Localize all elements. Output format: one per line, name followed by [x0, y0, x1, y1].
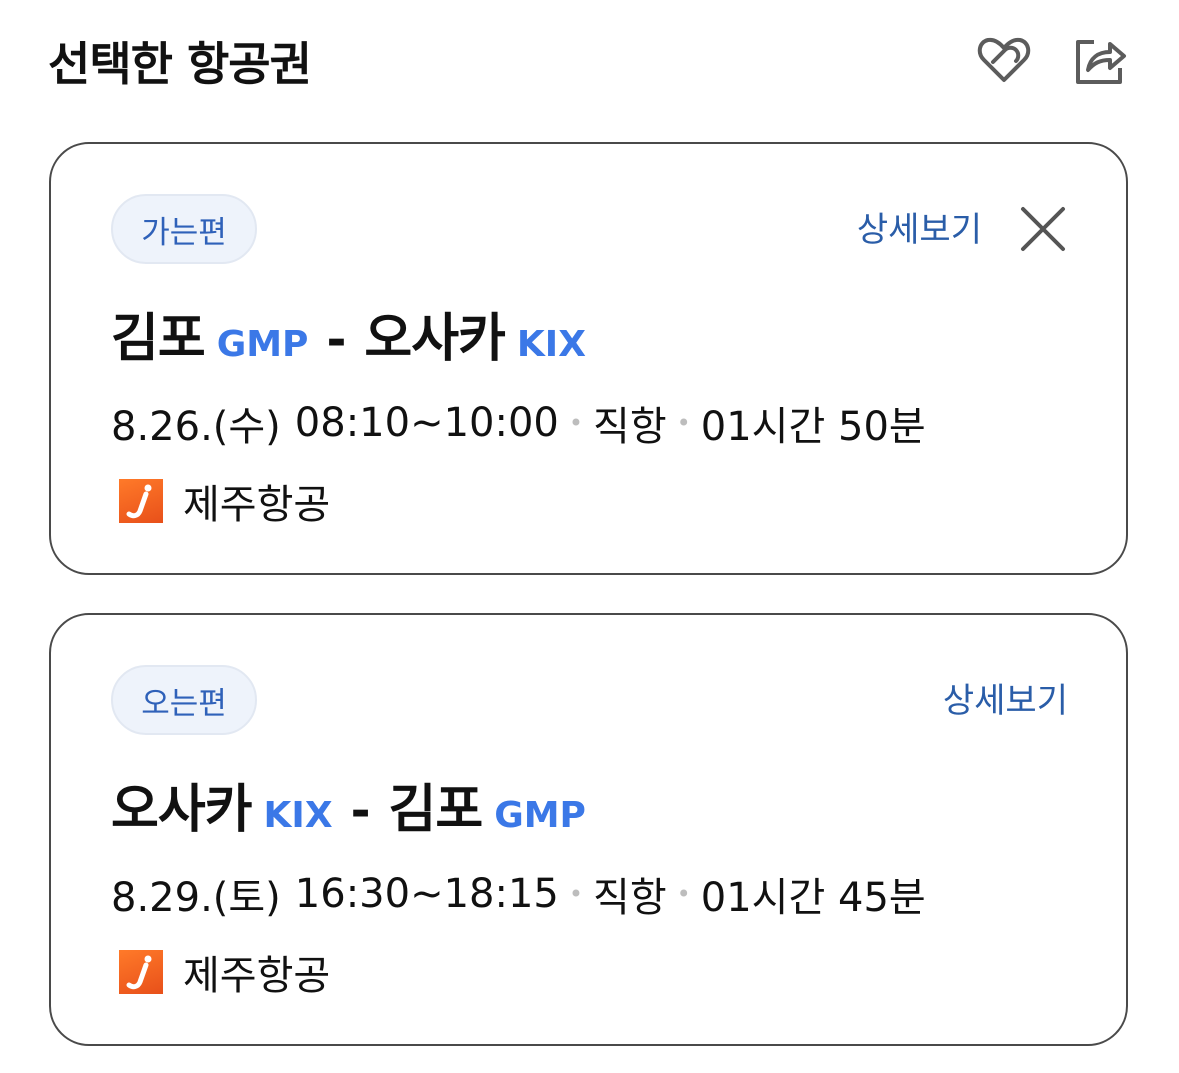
flight-time: 08:10~10:00 [294, 400, 559, 446]
airline-name: 제주항공 [183, 953, 331, 999]
destination-city: 김포 [388, 780, 484, 840]
outbound-badge: 가는편 [111, 194, 257, 264]
destination-code: KIX [516, 324, 586, 365]
flight-duration: 01시간 50분 [700, 404, 926, 450]
outbound-flight-card: 가는편 상세보기 김포 GMP - 오사카 KIX 8.26.(수) 08:10… [49, 142, 1128, 575]
origin-code: GMP [216, 324, 309, 365]
inbound-airline: 제주항공 [119, 943, 330, 1001]
flight-duration: 01시간 45분 [700, 875, 926, 921]
separator-dot: • [568, 880, 584, 908]
separator-dot: • [676, 409, 691, 437]
separator-dot: • [676, 880, 691, 908]
origin-city: 김포 [111, 309, 206, 369]
route-separator: - [350, 783, 371, 839]
inbound-detail-link[interactable]: 상세보기 [943, 673, 1068, 722]
inbound-route: 오사카 KIX - 김포 GMP [111, 767, 586, 842]
header: 선택한 항공권 [48, 22, 1131, 92]
origin-city: 오사카 [111, 780, 253, 840]
share-icon[interactable] [1070, 30, 1130, 90]
airline-name: 제주항공 [183, 482, 331, 528]
outbound-schedule: 8.26.(수) 08:10~10:00 • 직항 • 01시간 50분 [111, 394, 926, 452]
inbound-badge: 오는편 [111, 665, 257, 735]
inbound-schedule: 8.29.(토) 16:30~18:15 • 직항 • 01시간 45분 [111, 865, 926, 923]
outbound-detail-link[interactable]: 상세보기 [857, 202, 982, 251]
destination-code: GMP [494, 795, 586, 836]
origin-code: KIX [263, 795, 333, 836]
jeju-air-logo [119, 950, 163, 994]
destination-city: 오사카 [364, 309, 506, 369]
flight-type: 직항 [593, 404, 667, 450]
heart-outline-icon[interactable] [974, 30, 1034, 90]
close-icon[interactable] [1016, 202, 1070, 256]
flight-date: 8.29.(토) [111, 875, 281, 921]
route-separator: - [326, 312, 347, 368]
outbound-airline: 제주항공 [119, 472, 330, 530]
page-title: 선택한 항공권 [48, 37, 312, 91]
inbound-flight-card: 오는편 상세보기 오사카 KIX - 김포 GMP 8.29.(토) 16:30… [49, 613, 1128, 1046]
flight-time: 16:30~18:15 [294, 871, 559, 917]
flight-type: 직항 [593, 875, 667, 921]
jeju-air-logo [119, 479, 163, 523]
flight-date: 8.26.(수) [111, 404, 281, 450]
separator-dot: • [568, 409, 584, 437]
outbound-route: 김포 GMP - 오사카 KIX [111, 296, 586, 371]
